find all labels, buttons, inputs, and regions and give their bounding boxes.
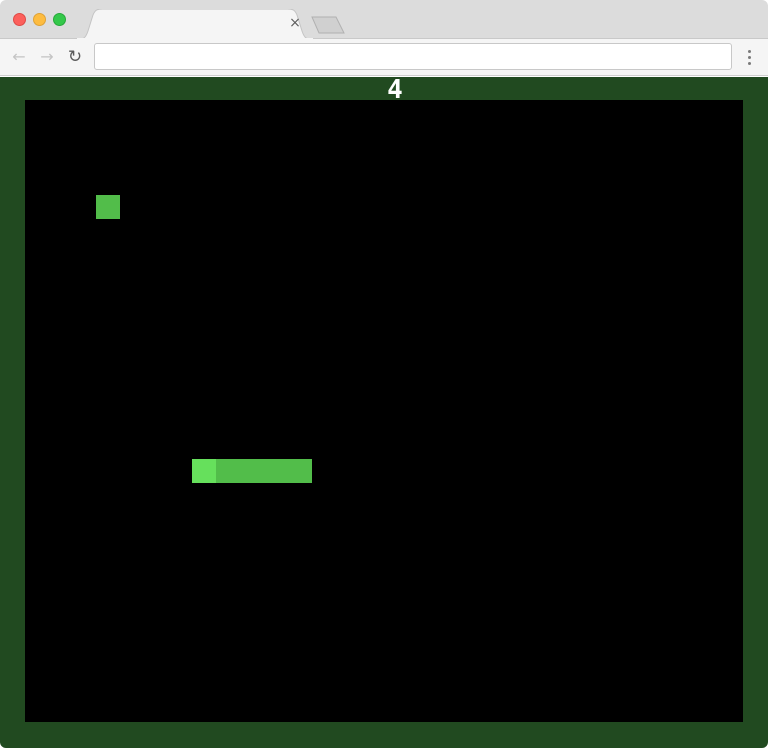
tab-strip: × (0, 0, 768, 40)
tab-close-icon[interactable]: × (288, 15, 302, 31)
tab-shape (76, 9, 314, 40)
back-arrow-icon[interactable]: ← (9, 47, 29, 67)
snake-segment (216, 459, 240, 483)
browser-menu-icon[interactable] (742, 47, 758, 67)
snake-head (192, 459, 216, 483)
game-board[interactable] (25, 100, 743, 722)
browser-toolbar: ← → ↻ (0, 39, 768, 76)
address-bar[interactable] (94, 43, 732, 70)
new-tab-icon (311, 16, 345, 34)
snake-segment (288, 459, 312, 483)
close-window-button[interactable] (13, 13, 26, 26)
active-tab[interactable]: × (76, 9, 314, 40)
score-display: 4 (387, 75, 403, 105)
snake-segment (264, 459, 288, 483)
minimize-window-button[interactable] (33, 13, 46, 26)
forward-arrow-icon[interactable]: → (37, 47, 57, 67)
maximize-window-button[interactable] (53, 13, 66, 26)
browser-window: × ← → ↻ 4 (0, 0, 768, 748)
reload-icon[interactable]: ↻ (65, 47, 85, 67)
game-page: 4 (0, 77, 768, 748)
snake-segment (240, 459, 264, 483)
new-tab-button[interactable] (310, 16, 348, 34)
food-pellet (96, 195, 120, 219)
